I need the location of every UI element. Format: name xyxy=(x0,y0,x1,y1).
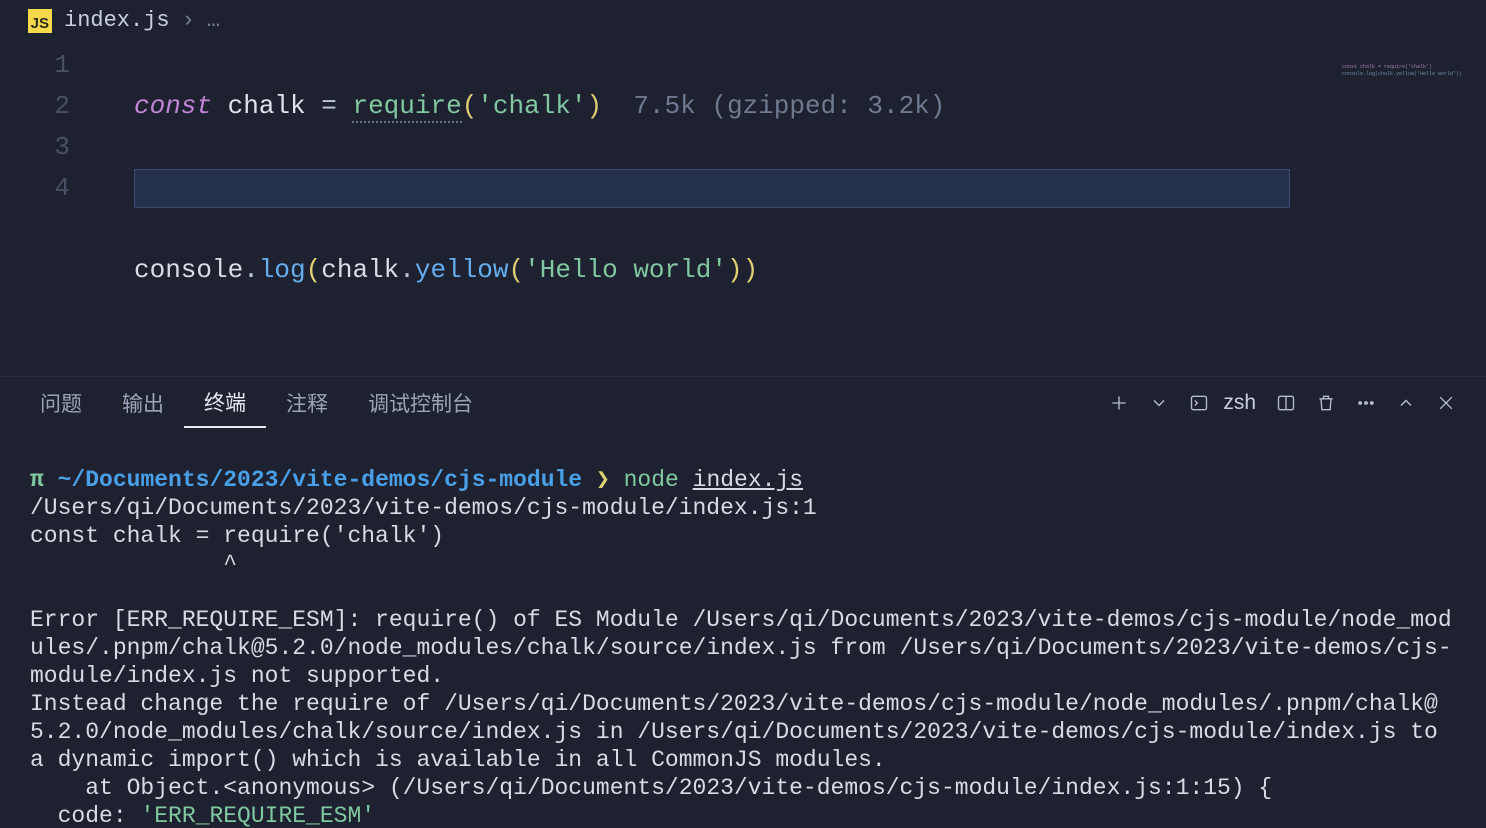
command-arg: index.js xyxy=(693,467,803,493)
js-file-icon: JS xyxy=(28,9,52,33)
more-actions-button[interactable] xyxy=(1346,393,1386,413)
tab-output[interactable]: 输出 xyxy=(102,377,184,428)
dot: . xyxy=(399,255,415,285)
minimap[interactable]: const chalk = require('chalk') console.l… xyxy=(1342,57,1462,85)
kill-terminal-button[interactable] xyxy=(1306,393,1346,413)
line-number: 3 xyxy=(0,127,100,168)
punct: ( xyxy=(509,255,525,285)
function-call: require xyxy=(352,91,461,123)
prompt-cwd: ~/Documents/2023/vite-demos/cjs-module xyxy=(58,467,583,493)
method: log xyxy=(259,255,306,285)
line-number: 2 xyxy=(0,86,100,127)
prompt-arrow: ❯ xyxy=(596,467,610,493)
method: yellow xyxy=(415,255,509,285)
line-gutter: 1 2 3 4 xyxy=(0,45,100,209)
terminal-error: Error [ERR_REQUIRE_ESM]: require() of ES… xyxy=(30,607,1452,773)
shell-name[interactable]: zsh xyxy=(1219,391,1266,415)
breadcrumb: JS index.js › … xyxy=(0,0,1486,39)
minimap-line: const chalk = require('chalk') xyxy=(1342,64,1432,70)
terminal-profile-icon[interactable] xyxy=(1179,393,1219,413)
line-number: 1 xyxy=(0,45,100,86)
punct: ( xyxy=(306,255,322,285)
keyword: const xyxy=(134,91,212,121)
breadcrumb-separator: › xyxy=(182,8,195,33)
editor-area[interactable]: 1 2 3 4 const chalk = require('chalk') 7… xyxy=(0,39,1486,376)
punct: ) xyxy=(727,255,743,285)
terminal-dropdown[interactable] xyxy=(1139,393,1179,413)
terminal-error-code: 'ERR_REQUIRE_ESM' xyxy=(140,803,375,828)
tab-terminal[interactable]: 终端 xyxy=(184,377,266,428)
object: chalk xyxy=(321,255,399,285)
terminal-output[interactable]: π ~/Documents/2023/vite-demos/cjs-module… xyxy=(0,428,1486,828)
close-panel-button[interactable] xyxy=(1426,393,1466,413)
variable: chalk xyxy=(228,91,306,121)
chevron-down-icon xyxy=(1149,393,1169,413)
ellipsis-icon xyxy=(1356,393,1376,413)
tab-problems[interactable]: 问题 xyxy=(20,377,102,428)
terminal-line: ^ xyxy=(30,551,237,577)
active-line-highlight xyxy=(134,169,1290,208)
command: node xyxy=(624,467,679,493)
maximize-panel-button[interactable] xyxy=(1386,393,1426,413)
split-icon xyxy=(1276,393,1296,413)
breadcrumb-more[interactable]: … xyxy=(207,8,220,33)
new-terminal-button[interactable] xyxy=(1099,393,1139,413)
import-size-hint: 7.5k (gzipped: 3.2k) xyxy=(602,91,945,121)
tab-comments[interactable]: 注释 xyxy=(266,377,348,428)
terminal-stack: at Object.<anonymous> (/Users/qi/Documen… xyxy=(30,775,1272,801)
punct: ( xyxy=(462,91,478,121)
punct: ) xyxy=(743,255,759,285)
terminal-line: const chalk = require('chalk') xyxy=(30,523,444,549)
dot: . xyxy=(243,255,259,285)
tab-debug-console[interactable]: 调试控制台 xyxy=(348,377,493,428)
breadcrumb-file[interactable]: index.js xyxy=(64,8,170,33)
terminal-icon xyxy=(1189,393,1209,413)
panel-tabbar: 问题 输出 终端 注释 调试控制台 zsh xyxy=(0,376,1486,428)
line-number: 4 xyxy=(0,168,100,209)
minimap-line: console.log(chalk.yellow('Hello world')) xyxy=(1342,71,1462,77)
close-icon xyxy=(1436,393,1456,413)
prompt-symbol: π xyxy=(30,467,44,493)
operator: = xyxy=(321,91,337,121)
trash-icon xyxy=(1316,393,1336,413)
chevron-up-icon xyxy=(1396,393,1416,413)
object: console xyxy=(134,255,243,285)
punct: ) xyxy=(587,91,603,121)
terminal-line: /Users/qi/Documents/2023/vite-demos/cjs-… xyxy=(30,495,817,521)
plus-icon xyxy=(1109,393,1129,413)
string: 'Hello world' xyxy=(524,255,727,285)
split-terminal-button[interactable] xyxy=(1266,393,1306,413)
string: 'chalk' xyxy=(477,91,586,121)
code-content[interactable]: const chalk = require('chalk') 7.5k (gzi… xyxy=(134,45,1486,373)
terminal-code-label: code: xyxy=(30,803,140,828)
